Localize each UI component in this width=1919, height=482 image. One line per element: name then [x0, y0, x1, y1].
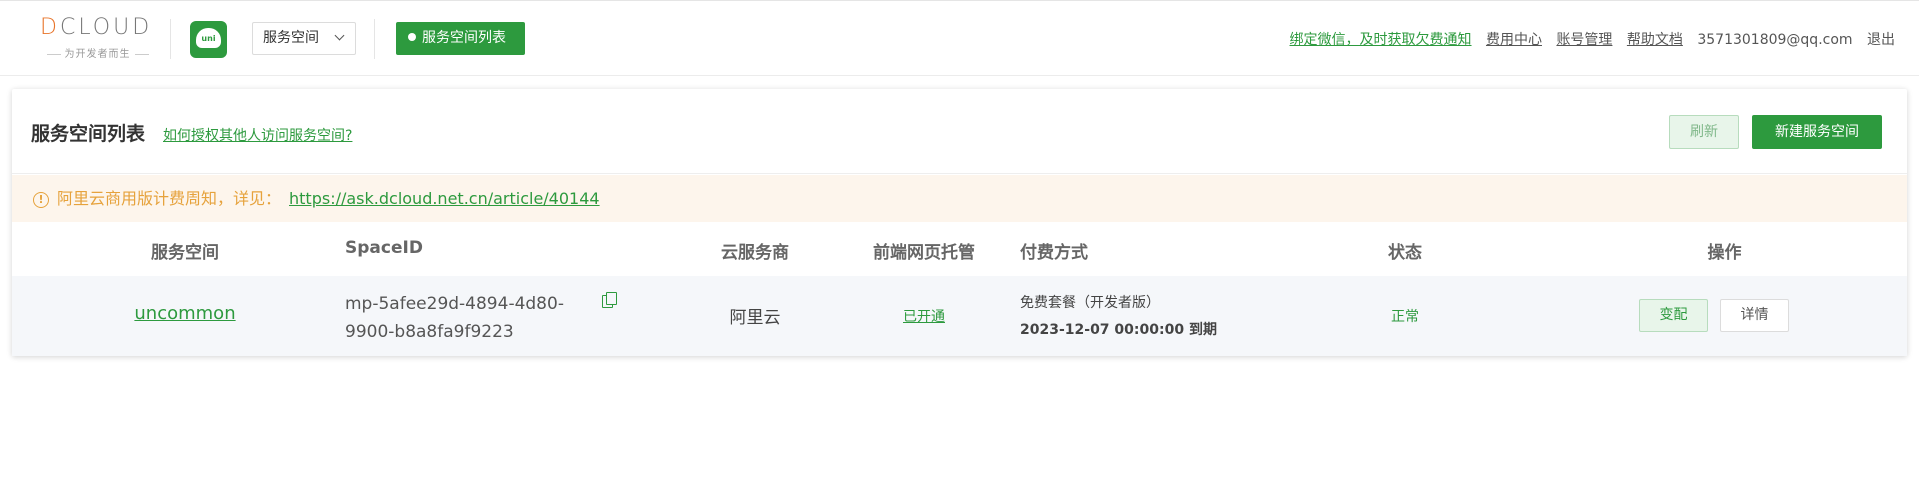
column-header-actions: 操作	[1707, 243, 1742, 263]
billing-link[interactable]: 费用中心	[1486, 32, 1542, 48]
logout-link[interactable]: 退出	[1867, 32, 1895, 48]
payment-plan: 免费套餐（开发者版）	[1020, 295, 1160, 311]
notice-article-link[interactable]: https://ask.dcloud.net.cn/article/40144	[289, 189, 600, 208]
logo-tagline: 为开发者而生	[40, 45, 155, 60]
change-config-button[interactable]: 变配	[1639, 299, 1708, 332]
header-divider	[170, 19, 171, 59]
column-header-space: 服务空间	[151, 243, 219, 263]
header-links: 绑定微信，及时获取欠费通知 费用中心 账号管理 帮助文档 3571301809@…	[1290, 29, 1895, 49]
header-divider	[374, 19, 375, 59]
table-header: 服务空间 SpaceID 云服务商 前端网页托管 付费方式 状态 操作	[12, 222, 1907, 276]
column-header-spaceid: SpaceID	[345, 238, 423, 258]
account-link[interactable]: 账号管理	[1556, 32, 1612, 48]
hosting-status-link[interactable]: 已开通	[859, 306, 989, 326]
details-button[interactable]: 详情	[1720, 299, 1789, 332]
dcloud-logo[interactable]: DCLOUD 为开发者而生	[40, 15, 155, 61]
chevron-down-icon	[334, 30, 345, 41]
space-type-select-label: 服务空间	[263, 30, 319, 46]
refresh-button[interactable]: 刷新	[1669, 115, 1739, 149]
help-docs-link[interactable]: 帮助文档	[1627, 32, 1683, 48]
space-id: mp-5afee29d-4894-4d80- 9900-b8a8fa9f9223	[345, 294, 564, 342]
page-title: 服务空间列表	[31, 123, 146, 145]
user-email: 3571301809@qq.com	[1697, 32, 1853, 48]
status-badge: 正常	[1391, 309, 1419, 325]
billing-notice: ! 阿里云商用版计费周知，详见： https://ask.dcloud.net.cn…	[12, 175, 1907, 222]
space-type-select[interactable]: 服务空间	[252, 22, 356, 55]
space-list-card: 服务空间列表 如何授权其他人访问服务空间? 刷新 新建服务空间 ! 阿里云商用版计…	[12, 89, 1907, 356]
active-dot-icon	[408, 33, 416, 41]
payment-expiry: 2023-12-07 00:00:00 到期	[1020, 322, 1217, 338]
column-header-hosting: 前端网页托管	[873, 243, 975, 263]
column-header-payment: 付费方式	[1020, 243, 1088, 263]
logo-wordmark: DCLOUD	[40, 15, 153, 40]
column-header-status: 状态	[1388, 243, 1422, 263]
new-space-button[interactable]: 新建服务空间	[1752, 115, 1882, 149]
uni-cloud-icon[interactable]: uni	[190, 21, 227, 58]
bind-wechat-link[interactable]: 绑定微信，及时获取欠费通知	[1290, 32, 1472, 48]
card-header: 服务空间列表 如何授权其他人访问服务空间? 刷新 新建服务空间	[12, 89, 1907, 174]
provider-name: 阿里云	[729, 308, 781, 328]
column-header-provider: 云服务商	[721, 243, 789, 263]
space-name-link[interactable]: uncommon	[95, 303, 275, 324]
copy-icon[interactable]	[602, 292, 618, 308]
table-row: uncommon mp-5afee29d-4894-4d80- 9900-b8a…	[12, 276, 1907, 356]
tab-space-list[interactable]: 服务空间列表	[396, 22, 525, 55]
top-bar: DCLOUD 为开发者而生 uni 服务空间 服务空间列表 绑定微信，及时获取欠…	[0, 0, 1919, 76]
authorize-help-link[interactable]: 如何授权其他人访问服务空间?	[163, 125, 352, 145]
info-icon: !	[33, 192, 49, 208]
